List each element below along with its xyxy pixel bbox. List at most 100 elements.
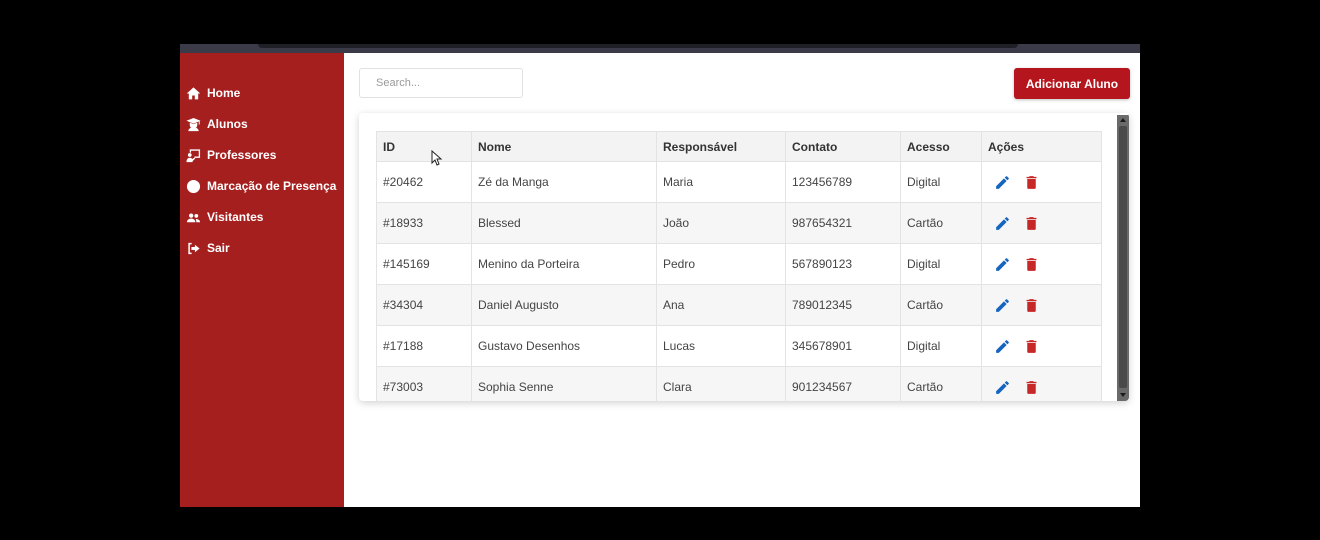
search-input[interactable] (359, 68, 523, 98)
sidebar-item-sair[interactable]: Sair (186, 237, 230, 259)
cell-nome: Blessed (471, 202, 657, 244)
cell-acesso: Cartão (900, 202, 982, 244)
table-row[interactable]: #20462 Zé da Manga Maria 123456789 Digital (376, 161, 1102, 203)
row-actions (988, 338, 1095, 355)
column-header-acoes: Ações (981, 131, 1102, 162)
delete-icon[interactable] (1023, 256, 1040, 273)
cell-acesso: Digital (900, 161, 982, 203)
sidebar-item-alunos[interactable]: Alunos (186, 113, 248, 135)
cell-responsavel: Maria (656, 161, 786, 203)
cell-id: #18933 (376, 202, 472, 244)
cell-nome: Gustavo Desenhos (471, 325, 657, 367)
sidebar-item-professores[interactable]: Professores (186, 144, 276, 166)
sidebar-item-label: Visitantes (207, 210, 264, 224)
table-header-row: ID Nome Responsável Contato Acesso Ações (376, 131, 1102, 162)
delete-icon[interactable] (1023, 215, 1040, 232)
cell-nome: Zé da Manga (471, 161, 657, 203)
edit-icon[interactable] (994, 379, 1011, 396)
cell-acesso: Cartão (900, 366, 982, 401)
sidebar-item-label: Marcação de Presença (207, 179, 337, 193)
cell-id: #17188 (376, 325, 472, 367)
sidebar-item-presenca[interactable]: Marcação de Presença (186, 175, 336, 197)
row-actions (988, 379, 1095, 396)
row-actions (988, 297, 1095, 314)
edit-icon[interactable] (994, 215, 1011, 232)
cell-acoes (981, 243, 1102, 285)
cell-nome: Menino da Porteira (471, 243, 657, 285)
sidebar-item-label: Home (207, 86, 241, 100)
delete-icon[interactable] (1023, 174, 1040, 191)
cell-responsavel: Pedro (656, 243, 786, 285)
scroll-down-arrow-icon[interactable] (1120, 393, 1126, 397)
table-row[interactable]: #145169 Menino da Porteira Pedro 567890123 D… (376, 243, 1102, 285)
add-aluno-button[interactable]: Adicionar Aluno (1014, 68, 1130, 99)
browser-tab-bar (258, 44, 1018, 48)
cell-contato: 123456789 (785, 161, 901, 203)
sidebar-item-home[interactable]: Home (186, 82, 240, 104)
row-actions (988, 215, 1095, 232)
table-body: #20462 Zé da Manga Maria 123456789 Digital #1… (376, 161, 1102, 401)
cell-nome: Daniel Augusto (471, 284, 657, 326)
edit-icon[interactable] (994, 174, 1011, 191)
table-row[interactable]: #73003 Sophia Senne Clara 901234567 Cartão (376, 366, 1102, 401)
column-header-contato[interactable]: Contato (785, 131, 901, 162)
cell-acesso: Cartão (900, 284, 982, 326)
delete-icon[interactable] (1023, 379, 1040, 396)
cell-id: #34304 (376, 284, 472, 326)
table-row[interactable]: #17188 Gustavo Desenhos Lucas 345678901 Digi… (376, 325, 1102, 367)
cell-acoes (981, 161, 1102, 203)
scrollbar-thumb[interactable] (1119, 126, 1127, 388)
delete-icon[interactable] (1023, 297, 1040, 314)
clock-icon (186, 179, 201, 194)
row-actions (988, 174, 1095, 191)
sidebar-item-visitantes[interactable]: Visitantes (186, 206, 263, 228)
cell-contato: 789012345 (785, 284, 901, 326)
cell-acoes (981, 202, 1102, 244)
scroll-up-arrow-icon[interactable] (1120, 118, 1126, 122)
cell-nome: Sophia Senne (471, 366, 657, 401)
students-table-card: ID Nome Responsável Contato Acesso Ações… (359, 113, 1129, 401)
sidebar-item-label: Professores (207, 148, 277, 162)
edit-icon[interactable] (994, 338, 1011, 355)
student-icon (186, 117, 201, 132)
table-row[interactable]: #18933 Blessed João 987654321 Cartão (376, 202, 1102, 244)
cell-contato: 345678901 (785, 325, 901, 367)
delete-icon[interactable] (1023, 338, 1040, 355)
cell-acoes (981, 366, 1102, 401)
cell-acesso: Digital (900, 243, 982, 285)
column-header-acesso[interactable]: Acesso (900, 131, 982, 162)
cell-id: #145169 (376, 243, 472, 285)
sidebar: Home Alunos Professores Marcação de Pres… (180, 53, 344, 507)
teacher-icon (186, 148, 201, 163)
cell-acoes (981, 325, 1102, 367)
cell-contato: 901234567 (785, 366, 901, 401)
cell-id: #73003 (376, 366, 472, 401)
cell-id: #20462 (376, 161, 472, 203)
sidebar-item-label: Sair (207, 241, 230, 255)
cell-responsavel: João (656, 202, 786, 244)
mouse-cursor-icon (431, 150, 443, 166)
column-header-id[interactable]: ID (376, 131, 472, 162)
table-scrollbar[interactable] (1117, 115, 1129, 401)
table-row[interactable]: #34304 Daniel Augusto Ana 789012345 Cartão (376, 284, 1102, 326)
students-table: ID Nome Responsável Contato Acesso Ações… (376, 131, 1102, 401)
row-actions (988, 256, 1095, 273)
cell-acoes (981, 284, 1102, 326)
cell-contato: 987654321 (785, 202, 901, 244)
edit-icon[interactable] (994, 256, 1011, 273)
home-icon (186, 86, 201, 101)
browser-chrome-strip (180, 44, 1140, 53)
edit-icon[interactable] (994, 297, 1011, 314)
cell-contato: 567890123 (785, 243, 901, 285)
cell-acesso: Digital (900, 325, 982, 367)
app-window: Home Alunos Professores Marcação de Pres… (180, 53, 1140, 507)
column-header-responsavel[interactable]: Responsável (656, 131, 786, 162)
column-header-nome[interactable]: Nome (471, 131, 657, 162)
cell-responsavel: Ana (656, 284, 786, 326)
sign-out-icon (186, 241, 201, 256)
cell-responsavel: Clara (656, 366, 786, 401)
cell-responsavel: Lucas (656, 325, 786, 367)
sidebar-item-label: Alunos (207, 117, 248, 131)
main-content: Adicionar Aluno ID Nome Responsável Cont… (344, 53, 1140, 507)
users-icon (186, 210, 201, 225)
